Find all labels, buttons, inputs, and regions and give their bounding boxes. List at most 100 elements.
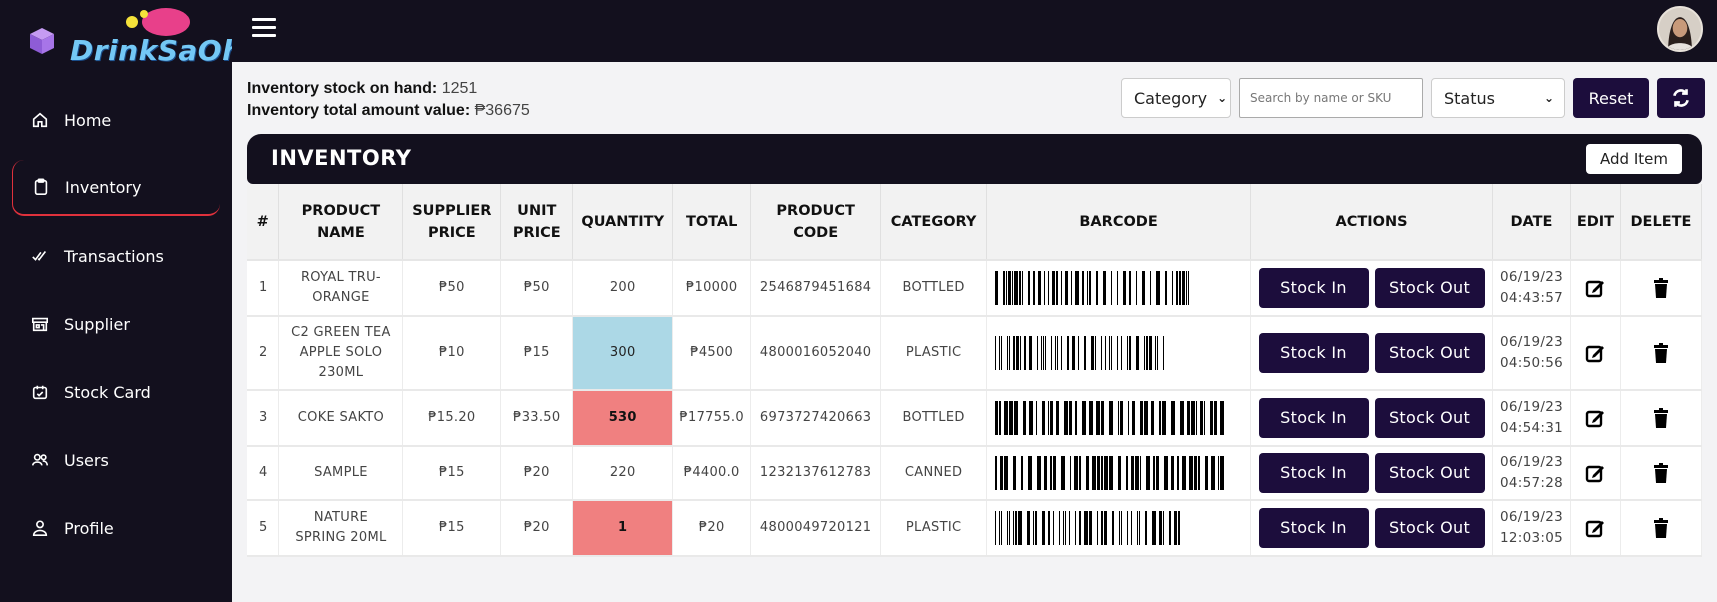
quantity: 200 <box>572 260 674 317</box>
table-header-row: # PRODUCT NAME SUPPLIER PRICE UNIT PRICE QU… <box>247 184 1703 261</box>
calendar-check-icon <box>30 382 50 402</box>
delete-cell <box>1620 500 1703 557</box>
refresh-button[interactable] <box>1657 78 1705 118</box>
edit-icon[interactable] <box>1584 462 1606 484</box>
stock-value: 1251 <box>441 80 478 97</box>
sidebar-item-users[interactable]: Users <box>0 432 232 488</box>
column-header[interactable]: # <box>247 184 280 261</box>
barcode-image <box>994 511 1180 545</box>
trash-icon[interactable] <box>1650 517 1672 539</box>
avatar[interactable] <box>1657 6 1703 52</box>
check-double-icon <box>30 246 50 266</box>
barcode-image <box>994 456 1224 490</box>
category: CANNED <box>880 446 988 501</box>
inventory-card-header: INVENTORY Add Item <box>247 134 1702 184</box>
trash-icon[interactable] <box>1650 462 1672 484</box>
column-header[interactable]: DATE <box>1492 184 1571 261</box>
stock-in-button[interactable]: Stock In <box>1258 453 1369 493</box>
actions-cell: Stock In Stock Out <box>1250 390 1493 447</box>
actions-cell: Stock In Stock Out <box>1250 500 1493 557</box>
store-icon <box>30 314 50 334</box>
sidebar-item-stock-card[interactable]: Stock Card <box>0 364 232 420</box>
supplier-price: ₱15 <box>402 500 502 557</box>
search-input[interactable] <box>1239 78 1423 118</box>
column-header[interactable]: BARCODE <box>986 184 1252 261</box>
stock-in-button[interactable]: Stock In <box>1258 508 1369 548</box>
add-item-button[interactable]: Add Item <box>1586 144 1682 174</box>
product-name: SAMPLE <box>314 465 368 480</box>
product-name-cell: C2 GREEN TEA APPLE SOLO 230MLC2 GREEN TE… <box>278 316 404 391</box>
product-code: 1232137612783 <box>750 446 882 501</box>
column-header[interactable]: TOTAL <box>672 184 752 261</box>
table-row: 3 COKE SAKTO ₱15.20 ₱33.50 530 ₱17755.0 697372… <box>247 390 1703 447</box>
sidebar-item-inventory[interactable]: Inventory <box>12 160 220 216</box>
stock-in-button[interactable]: Stock In <box>1258 333 1369 373</box>
product-name-line: C2 GREEN TEA <box>291 325 391 340</box>
column-header[interactable]: CATEGORY <box>880 184 988 261</box>
stock-out-button[interactable]: Stock Out <box>1374 333 1485 373</box>
product-name-cell: ROYAL TRU-ORANGEROYAL TRU-ORANGE <box>278 260 404 317</box>
actions-cell: Stock In Stock Out <box>1250 316 1493 391</box>
column-header[interactable]: ACTIONS <box>1250 184 1493 261</box>
menu-icon[interactable] <box>252 18 276 38</box>
supplier-price: ₱50 <box>402 260 502 317</box>
table-row: 5NATURE SPRING 20MLNATURESPRING 20ML₱15₱… <box>247 500 1703 557</box>
sidebar-item-supplier[interactable]: Supplier <box>0 296 232 352</box>
delete-cell <box>1620 390 1703 447</box>
quantity: 220 <box>572 446 674 501</box>
product-code: 4800016052040 <box>750 316 882 391</box>
stock-out-button[interactable]: Stock Out <box>1374 268 1485 308</box>
supplier-price: ₱10 <box>402 316 502 391</box>
edit-icon[interactable] <box>1584 342 1606 364</box>
supplier-price: ₱15.20 <box>402 390 502 447</box>
sidebar-item-home[interactable]: Home <box>0 92 232 148</box>
stock-out-button[interactable]: Stock Out <box>1374 453 1485 493</box>
supplier-price: ₱15 <box>402 446 502 501</box>
row-number: 1 <box>247 260 280 317</box>
inventory-summary: Inventory stock on hand: 1251 Inventory … <box>247 78 530 122</box>
column-header[interactable]: PRODUCT CODE <box>750 184 882 261</box>
sidebar-item-profile[interactable]: Profile <box>0 500 232 556</box>
edit-icon[interactable] <box>1584 407 1606 429</box>
stock-in-button[interactable]: Stock In <box>1258 398 1369 438</box>
row-number: 3 <box>247 390 280 447</box>
quantity: 300 <box>572 316 674 391</box>
total: ₱10000 <box>672 260 752 317</box>
edit-cell <box>1570 390 1621 447</box>
app-logo[interactable]: DrinkSaOh <box>22 6 242 72</box>
column-header[interactable]: UNIT PRICE <box>500 184 574 261</box>
column-header[interactable]: EDIT <box>1570 184 1621 261</box>
trash-icon[interactable] <box>1650 342 1672 364</box>
status-select[interactable]: Status ⌄ <box>1431 78 1565 118</box>
category-select[interactable]: Category ⌄ <box>1121 78 1231 118</box>
date-cell: 06/19/23 12:03:05 <box>1492 500 1571 557</box>
sidebar-item-label: Inventory <box>65 177 142 197</box>
barcode-cell <box>986 446 1252 501</box>
column-header[interactable]: QUANTITY <box>572 184 674 261</box>
sidebar-item-transactions[interactable]: Transactions <box>0 228 232 284</box>
stock-out-button[interactable]: Stock Out <box>1374 508 1485 548</box>
edit-cell <box>1570 260 1621 317</box>
page-title: INVENTORY <box>271 146 412 170</box>
time: 04:43:57 <box>1499 290 1563 306</box>
status-select-value: Status <box>1444 88 1495 108</box>
chevron-down-icon: ⌄ <box>1543 91 1554 105</box>
refresh-icon <box>1673 89 1689 107</box>
trash-icon[interactable] <box>1650 407 1672 429</box>
stock-in-button[interactable]: Stock In <box>1258 268 1369 308</box>
trash-icon[interactable] <box>1650 277 1672 299</box>
column-header[interactable]: PRODUCT NAME <box>278 184 404 261</box>
column-header[interactable]: DELETE <box>1620 184 1703 261</box>
edit-icon[interactable] <box>1584 517 1606 539</box>
barcode-cell <box>986 260 1252 317</box>
table-row: 4 SAMPLE ₱15 ₱20 220 ₱4400.0 1232137612783 CANN… <box>247 446 1703 501</box>
barcode-image <box>994 336 1164 370</box>
actions-cell: Stock In Stock Out <box>1250 260 1493 317</box>
column-header[interactable]: SUPPLIER PRICE <box>402 184 502 261</box>
edit-icon[interactable] <box>1584 277 1606 299</box>
unit-price: ₱33.50 <box>500 390 574 447</box>
reset-button[interactable]: Reset <box>1573 78 1649 118</box>
stock-out-button[interactable]: Stock Out <box>1374 398 1485 438</box>
actions-cell: Stock In Stock Out <box>1250 446 1493 501</box>
row-number: 4 <box>247 446 280 501</box>
